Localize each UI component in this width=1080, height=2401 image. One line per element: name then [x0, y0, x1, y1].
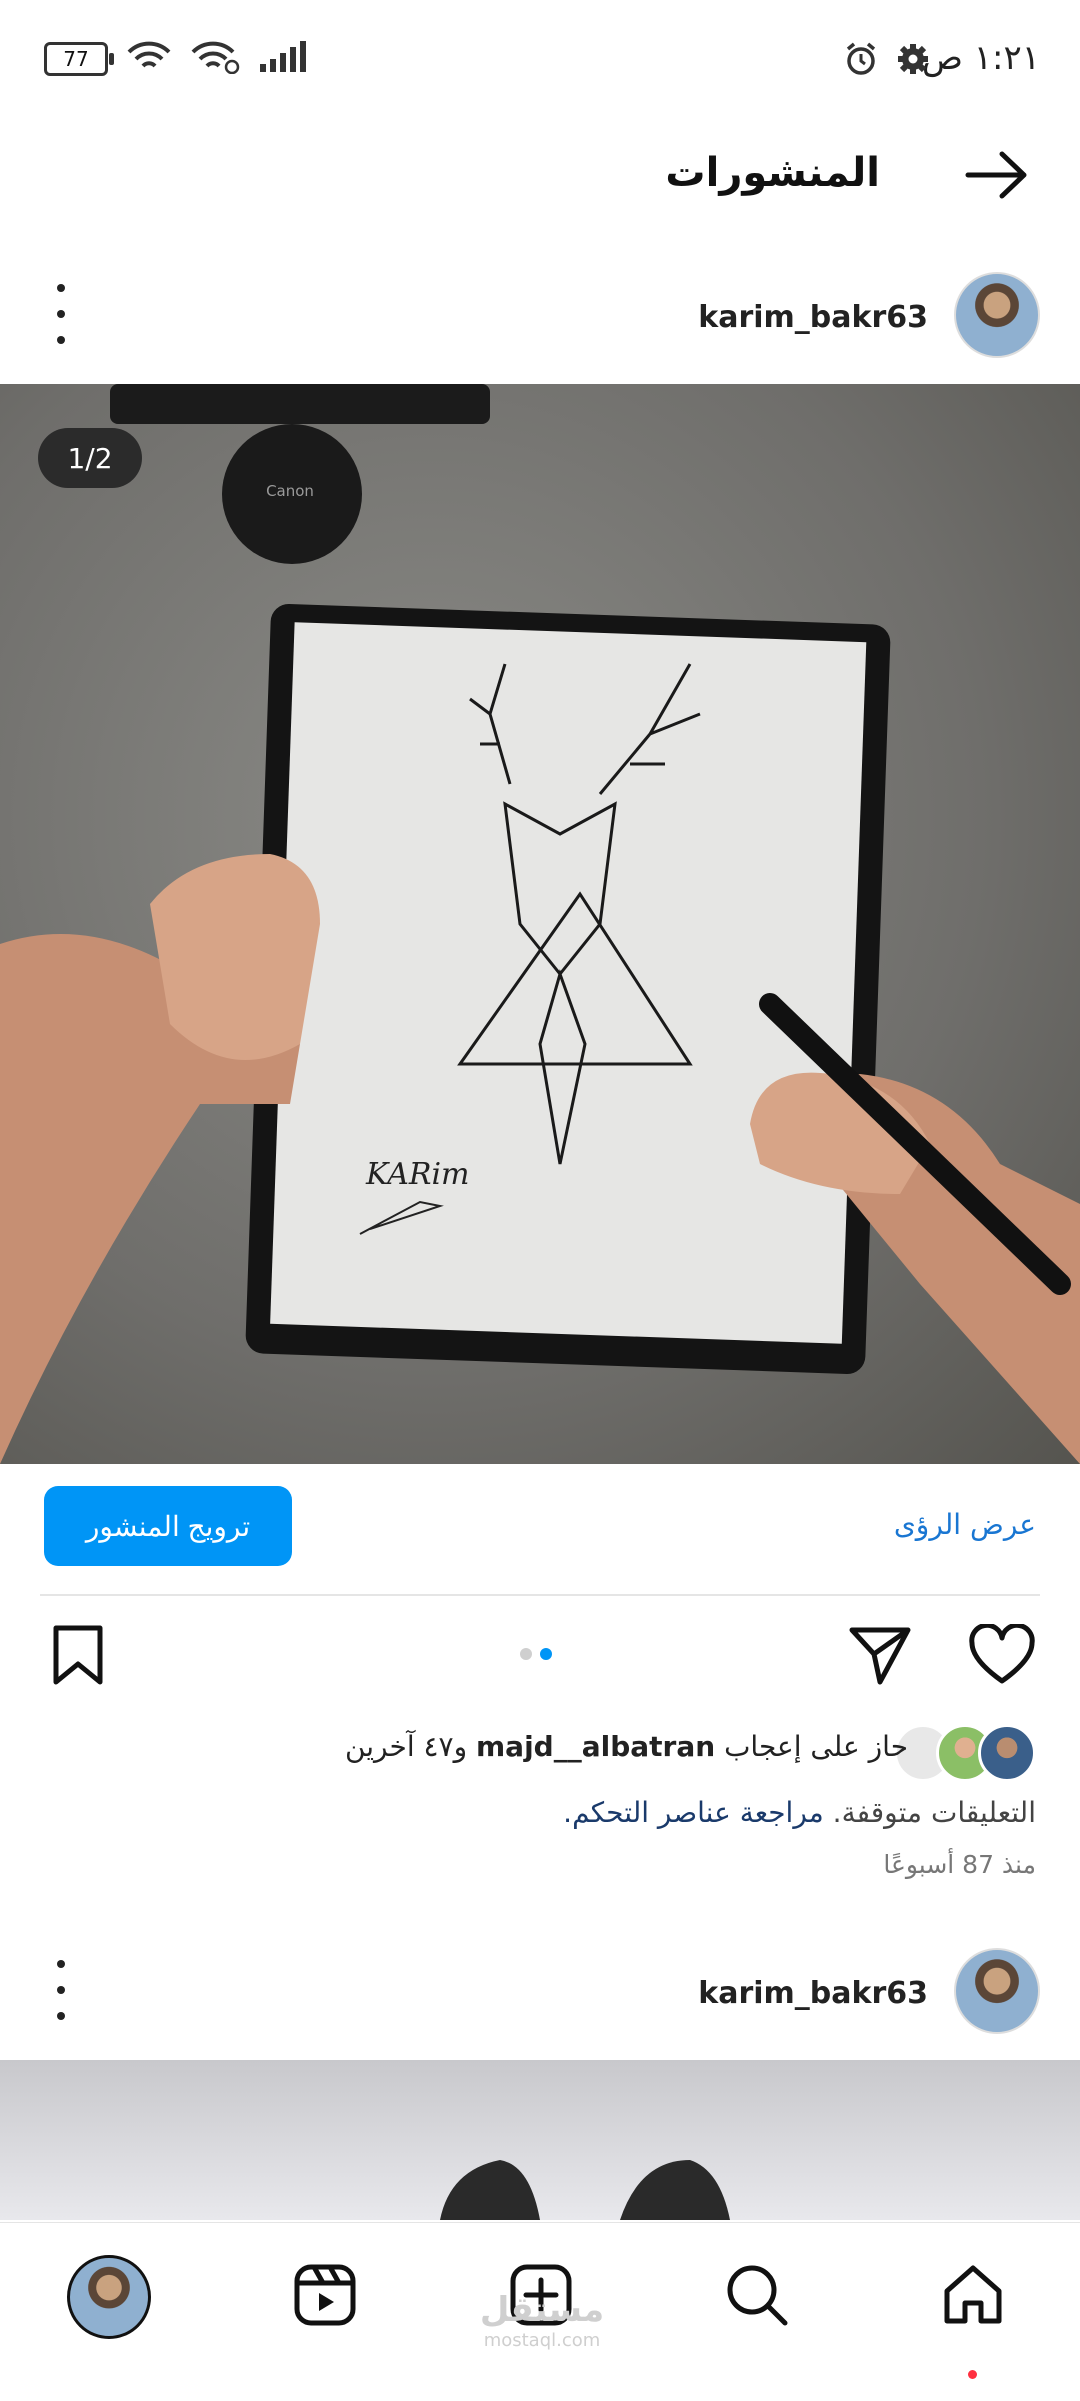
nav-search[interactable]: [712, 2252, 802, 2342]
status-icons-left: 77: [44, 40, 306, 78]
likes-summary[interactable]: حاز على إعجاب majd__albatran و٤٧ آخرين: [345, 1730, 908, 1763]
image-counter-badge: 1/2: [38, 428, 142, 488]
more-options-icon[interactable]: [46, 284, 76, 344]
carousel-dot: [520, 1648, 532, 1660]
post-image[interactable]: Canon KARim: [0, 384, 1080, 1464]
review-controls-link[interactable]: مراجعة عناصر التحكم.: [563, 1796, 824, 1829]
home-icon: [941, 2263, 1005, 2331]
carousel-indicator: [520, 1648, 552, 1660]
search-icon: [725, 2263, 789, 2331]
likes-user[interactable]: majd__albatran: [476, 1730, 715, 1763]
artwork-preview: [440, 2160, 730, 2220]
battery-level: 77: [63, 47, 89, 71]
avatar: [978, 1724, 1036, 1782]
top-header: [0, 120, 1080, 240]
carousel-dot-active: [540, 1648, 552, 1660]
nav-reels[interactable]: [280, 2252, 370, 2342]
divider: [40, 1594, 1040, 1596]
likes-suffix: و٤٧ آخرين: [344, 1730, 476, 1763]
drawing-photo: Canon KARim: [0, 384, 1080, 1464]
reels-icon: [294, 2264, 356, 2330]
view-insights-link[interactable]: عرض الرؤى: [894, 1508, 1036, 1541]
signal-icon: [258, 40, 306, 78]
nav-home[interactable]: [928, 2252, 1018, 2342]
send-icon: [848, 1627, 912, 1690]
avatar[interactable]: [954, 1948, 1040, 2034]
comments-off-text: التعليقات متوقفة.: [823, 1796, 1036, 1829]
post-username[interactable]: karim_bakr63: [698, 1976, 928, 2011]
bookmark-icon: [50, 1625, 106, 1690]
watermark: مستقل mostaql.com: [472, 2290, 612, 2351]
share-button[interactable]: [848, 1624, 912, 1690]
watermark-text: مستقل: [479, 2290, 605, 2330]
likes-prefix: حاز على إعجاب: [715, 1730, 908, 1763]
status-time: ١:٢١ ص: [921, 38, 1040, 78]
more-options-icon[interactable]: [46, 1960, 76, 2020]
gear-icon: [896, 42, 930, 80]
like-button[interactable]: [968, 1622, 1036, 1690]
avatar: [67, 2255, 151, 2339]
lens-cap-label: Canon: [266, 482, 314, 500]
arrow-right-icon: [964, 151, 1030, 204]
page-title: المنشورات: [665, 150, 880, 196]
save-button[interactable]: [50, 1624, 106, 1690]
alarm-icon: [842, 40, 880, 82]
liker-avatars[interactable]: [894, 1724, 1036, 1782]
wifi-icon: [126, 40, 172, 78]
post-image-2[interactable]: [0, 2060, 1080, 2220]
status-icons: [842, 40, 930, 82]
notification-dot: [968, 2370, 977, 2379]
nav-profile[interactable]: [64, 2252, 154, 2342]
image-signature: KARim: [365, 1157, 470, 1192]
heart-icon: [968, 1622, 1036, 1690]
wifi-call-icon: [190, 40, 240, 78]
post-username[interactable]: karim_bakr63: [698, 300, 928, 335]
promote-post-button[interactable]: ترويج المنشور: [44, 1486, 292, 1566]
battery-icon: 77: [44, 42, 114, 76]
comments-status: التعليقات متوقفة. مراجعة عناصر التحكم.: [563, 1796, 1036, 1829]
back-button[interactable]: [964, 150, 1030, 204]
post-timestamp: منذ 87 أسبوعًا: [883, 1850, 1036, 1879]
avatar[interactable]: [954, 272, 1040, 358]
watermark-sub: mostaql.com: [483, 2330, 601, 2351]
